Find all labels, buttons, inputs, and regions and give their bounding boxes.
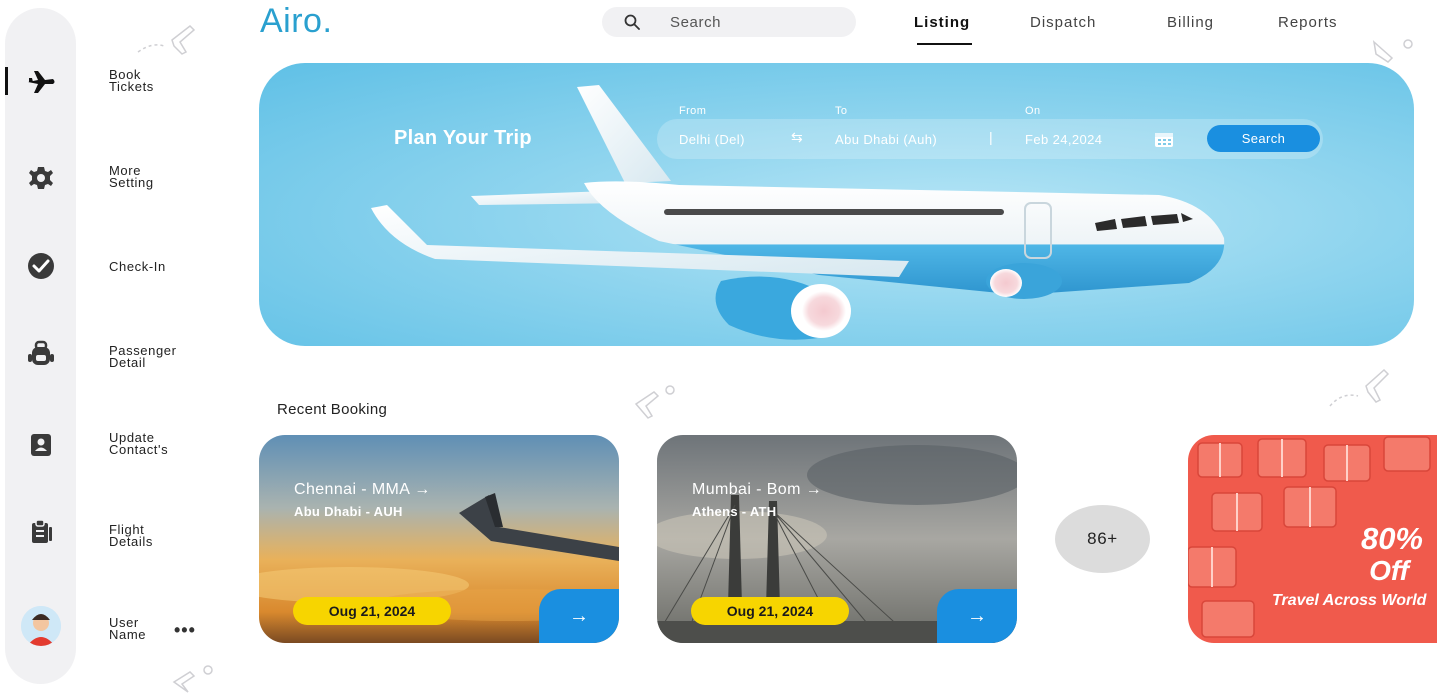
doodle-plane-icon	[1329, 368, 1390, 407]
clipboard-icon[interactable]	[5, 512, 76, 552]
calendar-icon[interactable]	[1154, 131, 1174, 148]
open-booking-button[interactable]: →	[539, 589, 619, 643]
hero-banner: Plan Your Trip From Delhi (Del) ⇆ To Abu…	[259, 63, 1414, 346]
booking-route: Mumbai - Bom →	[692, 481, 823, 498]
swap-icon[interactable]: ⇆	[791, 129, 803, 146]
search-input[interactable]: Search	[602, 7, 856, 37]
tab-reports[interactable]: Reports	[1278, 14, 1338, 31]
doodle-plane-icon	[137, 25, 196, 55]
contact-card-icon[interactable]	[5, 425, 76, 465]
sidebar-item-more-setting[interactable]: More Setting	[109, 164, 219, 189]
to-label: To	[835, 105, 848, 117]
airplane-icon[interactable]	[5, 62, 76, 102]
section-title-recent-booking: Recent Booking	[277, 401, 388, 418]
arrow-right-icon: →	[569, 604, 589, 627]
more-bookings-count[interactable]: 86+	[1055, 505, 1150, 573]
booking-date-badge: Oug 21, 2024	[691, 597, 849, 625]
sidebar-item-check-in[interactable]: Check-In	[109, 260, 219, 273]
tab-billing[interactable]: Billing	[1167, 14, 1214, 31]
gear-icon[interactable]	[5, 158, 76, 198]
booking-destination: Abu Dhabi - AUH	[294, 504, 403, 519]
airo-dashboard: Book Tickets More Setting Check-In Passe…	[0, 0, 1437, 695]
promo-percent: 80%	[1360, 521, 1423, 556]
booking-destination: Athens - ATH	[692, 504, 777, 519]
open-booking-button[interactable]: →	[937, 589, 1017, 643]
search-placeholder: Search	[670, 13, 722, 31]
booking-card[interactable]: Mumbai - Bom → Athens - ATH Oug 21, 2024…	[657, 435, 1017, 643]
check-circle-icon[interactable]	[5, 246, 76, 286]
sidebar-item-flight-details[interactable]: Flight Details	[109, 523, 219, 548]
promo-banner[interactable]: 80% Off Travel Across World	[1188, 435, 1437, 643]
promo-tagline: Travel Across World	[1272, 592, 1427, 609]
user-name[interactable]: User Name	[109, 616, 219, 641]
hero-title: Plan Your Trip	[394, 127, 532, 149]
booking-date-badge: Oug 21, 2024	[293, 597, 451, 625]
field-divider: |	[989, 129, 993, 145]
on-label: On	[1025, 105, 1041, 117]
booking-route: Chennai - MMA →	[294, 481, 431, 498]
search-flights-button[interactable]: Search	[1207, 125, 1320, 152]
to-field[interactable]: Abu Dhabi (Auh)	[835, 132, 937, 147]
promo-off: Off	[1369, 555, 1409, 586]
search-icon	[624, 14, 640, 30]
doodle-plane-icon	[172, 665, 213, 693]
doodle-plane-icon	[634, 385, 675, 419]
sidebar-item-passenger-detail[interactable]: Passenger Detail	[109, 344, 219, 369]
tab-listing[interactable]: Listing	[914, 14, 970, 31]
arrow-right-icon: →	[967, 604, 987, 627]
tab-dispatch[interactable]: Dispatch	[1030, 14, 1096, 31]
app-logo[interactable]: Airo.	[260, 2, 332, 41]
date-field[interactable]: Feb 24,2024	[1025, 132, 1102, 147]
from-label: From	[679, 105, 707, 117]
active-tab-underline	[917, 43, 972, 45]
booking-card[interactable]: Chennai - MMA → Abu Dhabi - AUH Oug 21, …	[259, 435, 619, 643]
user-avatar[interactable]	[5, 606, 76, 646]
sidebar-item-update-contacts[interactable]: Update Contact's	[109, 431, 219, 456]
from-field[interactable]: Delhi (Del)	[679, 132, 745, 147]
more-options-icon[interactable]: •••	[174, 620, 196, 641]
sidebar-item-book-tickets[interactable]: Book Tickets	[109, 68, 219, 93]
backpack-icon[interactable]	[5, 334, 76, 374]
